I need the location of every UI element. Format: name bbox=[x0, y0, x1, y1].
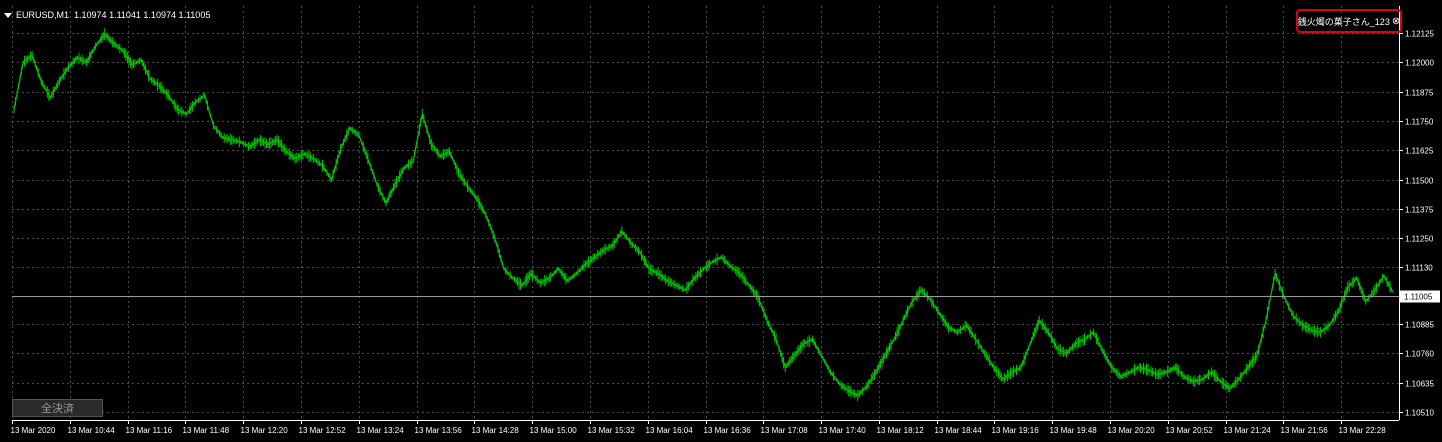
account-badge-label: 銭火燭の菓子さん_123 bbox=[1297, 16, 1390, 27]
chart-menu-triangle-icon[interactable] bbox=[4, 13, 12, 19]
x-tick-label: 13 Mar 12:20 bbox=[241, 426, 289, 435]
current-price-label: 1.11005 bbox=[1404, 293, 1433, 302]
chart-background bbox=[0, 0, 1442, 442]
x-tick-label: 13 Mar 21:24 bbox=[1224, 426, 1272, 435]
close-circle-icon[interactable]: ⊗ bbox=[1392, 16, 1400, 27]
y-tick-label: 1.11375 bbox=[1405, 206, 1434, 215]
x-tick-label: 13 Mar 20:52 bbox=[1166, 426, 1214, 435]
y-tick-label: 1.11875 bbox=[1405, 89, 1434, 98]
y-tick-label: 1.12125 bbox=[1405, 30, 1434, 39]
x-tick-label: 13 Mar 17:40 bbox=[819, 426, 867, 435]
symbol-label: EURUSD,M1 bbox=[16, 10, 70, 20]
x-tick-label: 13 Mar 17:08 bbox=[761, 426, 809, 435]
x-tick-label: 13 Mar 11:16 bbox=[126, 426, 173, 435]
y-tick-label: 1.10635 bbox=[1405, 380, 1434, 389]
x-tick-label: 13 Mar 13:56 bbox=[415, 426, 463, 435]
close-all-button[interactable]: 全決済 bbox=[12, 399, 103, 417]
price-chart[interactable]: 1.12125 1.12000 1.11875 1.11750 1.11625 1.115… bbox=[0, 0, 1442, 442]
x-tick-label: 13 Mar 19:16 bbox=[992, 426, 1040, 435]
x-tick-label: 13 Mar 12:52 bbox=[299, 426, 347, 435]
x-tick-label: 13 Mar 10:44 bbox=[68, 426, 116, 435]
y-tick-label: 1.11250 bbox=[1405, 235, 1434, 244]
chart-header: EURUSD,M1 1.10974 1.11041 1.10974 1.1100… bbox=[4, 10, 210, 20]
y-tick-label: 1.11500 bbox=[1405, 177, 1434, 186]
x-tick-label: 13 Mar 16:04 bbox=[646, 426, 694, 435]
x-tick-label: 13 Mar 22:28 bbox=[1339, 426, 1387, 435]
account-badge[interactable]: 銭火燭の菓子さん_123 ⊗ bbox=[1296, 9, 1402, 33]
x-tick-label: 13 Mar 14:28 bbox=[472, 426, 520, 435]
x-tick-label: 13 Mar 19:48 bbox=[1050, 426, 1098, 435]
x-tick-label: 13 Mar 16:36 bbox=[704, 426, 752, 435]
y-tick-label: 1.11750 bbox=[1405, 118, 1434, 127]
x-tick-label: 13 Mar 15:00 bbox=[530, 426, 578, 435]
y-tick-label: 1.12000 bbox=[1405, 59, 1434, 68]
x-tick-label: 13 Mar 18:12 bbox=[877, 426, 925, 435]
close-all-button-label: 全決済 bbox=[41, 402, 74, 415]
x-tick-label: 13 Mar 11:48 bbox=[183, 426, 230, 435]
x-tick-label: 13 Mar 2020 bbox=[11, 426, 56, 435]
x-tick-label: 13 Mar 15:32 bbox=[588, 426, 636, 435]
y-tick-label: 1.10885 bbox=[1405, 321, 1434, 330]
x-tick-label: 13 Mar 18:44 bbox=[935, 426, 983, 435]
x-tick-label: 13 Mar 21:56 bbox=[1281, 426, 1329, 435]
y-tick-label: 1.11130 bbox=[1405, 264, 1433, 273]
x-tick-label: 13 Mar 20:20 bbox=[1108, 426, 1156, 435]
y-tick-label: 1.11625 bbox=[1405, 147, 1434, 156]
ohlc-label: 1.10974 1.11041 1.10974 1.11005 bbox=[74, 10, 211, 20]
y-tick-label: 1.10760 bbox=[1405, 350, 1434, 359]
x-tick-label: 13 Mar 13:24 bbox=[357, 426, 405, 435]
y-tick-label: 1.10510 bbox=[1405, 409, 1434, 418]
